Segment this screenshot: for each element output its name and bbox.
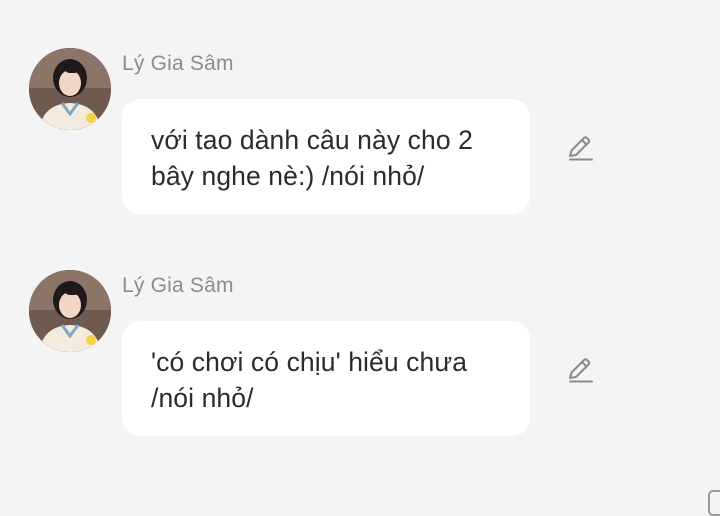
chat-message: Lý Gia Sâm với tao dành câu này cho 2 bâ…	[0, 48, 720, 223]
message-text: với tao dành câu này cho 2 bây nghe nè:)…	[151, 125, 473, 191]
avatar[interactable]	[29, 48, 111, 130]
chat-message: Lý Gia Sâm 'có chơi có chịu' hiểu chưa /…	[0, 270, 720, 445]
avatar[interactable]	[29, 270, 111, 352]
message-text: 'có chơi có chịu' hiểu chưa /nói nhỏ/	[151, 347, 468, 413]
scroll-handle-icon[interactable]	[708, 490, 720, 516]
sender-name: Lý Gia Sâm	[122, 52, 234, 75]
user-avatar-icon	[29, 48, 111, 130]
message-bubble[interactable]: với tao dành câu này cho 2 bây nghe nè:)…	[122, 99, 530, 214]
pencil-edit-icon[interactable]	[564, 354, 596, 386]
message-bubble[interactable]: 'có chơi có chịu' hiểu chưa /nói nhỏ/	[122, 321, 530, 436]
sender-name: Lý Gia Sâm	[122, 274, 234, 297]
user-avatar-icon	[29, 270, 111, 352]
pencil-edit-icon[interactable]	[564, 132, 596, 164]
